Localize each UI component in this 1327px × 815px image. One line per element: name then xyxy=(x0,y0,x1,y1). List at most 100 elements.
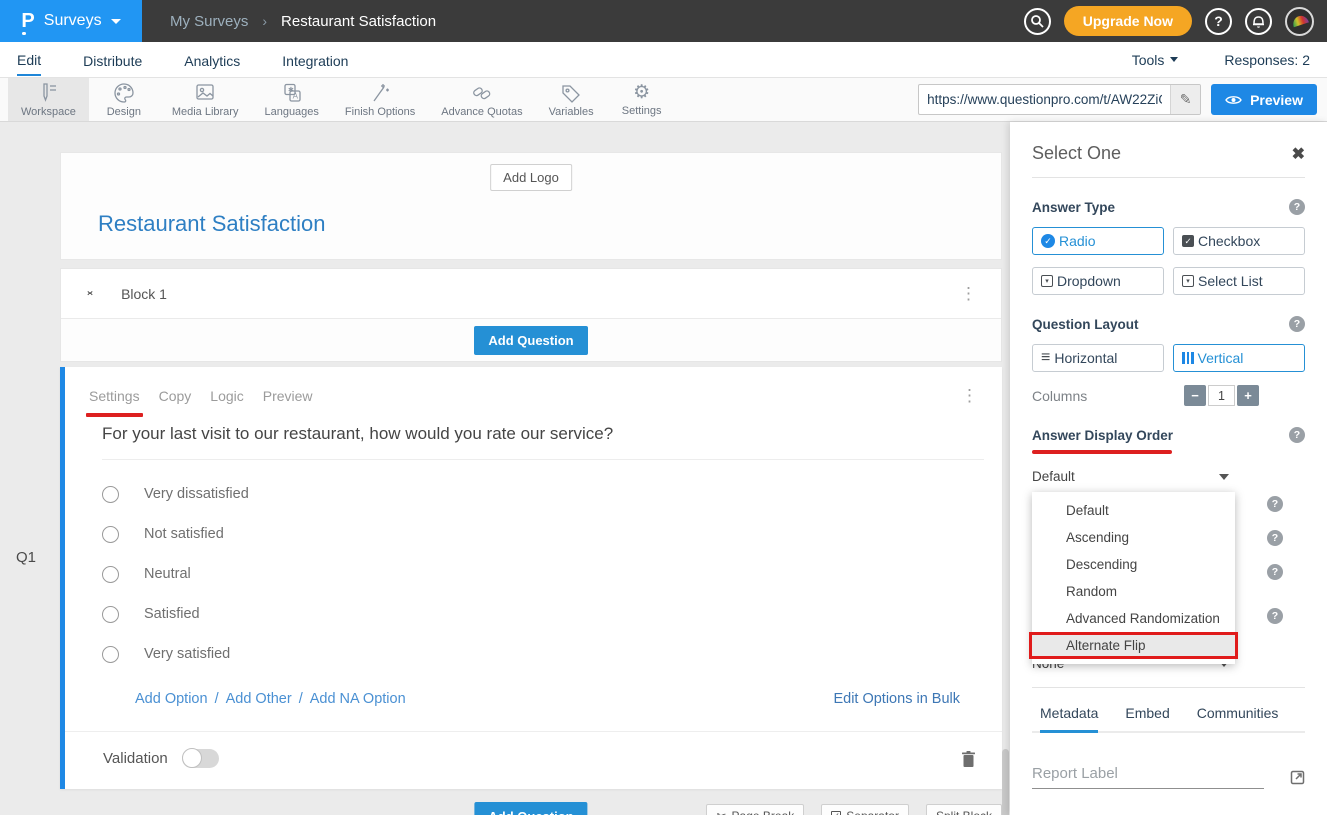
separator-button[interactable]: ✓ Separator xyxy=(821,804,909,815)
tab-distribute[interactable]: Distribute xyxy=(83,45,142,75)
add-logo-button[interactable]: Add Logo xyxy=(490,164,572,191)
page-break-label: Page Break xyxy=(732,809,795,815)
option-label[interactable]: Not satisfied xyxy=(144,526,224,542)
add-question-button-bottom[interactable]: Add Question xyxy=(474,802,587,815)
layout-horizontal[interactable]: ≡ Horizontal xyxy=(1032,344,1164,372)
tab-metadata[interactable]: Metadata xyxy=(1040,705,1098,733)
menu-item-advanced-randomization[interactable]: Advanced Randomization xyxy=(1032,605,1235,632)
toolbar-languages[interactable]: ✱ A Languages xyxy=(251,78,331,121)
page-break-button[interactable]: ✂ Page Break xyxy=(706,804,804,815)
radio-input[interactable] xyxy=(102,526,119,543)
help-icon[interactable]: ? xyxy=(1267,530,1283,546)
editor-toolbar: Workspace Design Media Library ✱ A Langu xyxy=(0,78,1327,122)
toolbar-advance-quotas[interactable]: Advance Quotas xyxy=(428,78,535,121)
question-tab-settings[interactable]: Settings xyxy=(89,388,140,404)
answer-options: Very dissatisfied Not satisfied Neutral … xyxy=(65,460,1002,674)
survey-title[interactable]: Restaurant Satisfaction xyxy=(98,211,325,237)
question-text[interactable]: For your last visit to our restaurant, h… xyxy=(65,404,1002,459)
menu-item-descending[interactable]: Descending xyxy=(1032,551,1235,578)
preview-button[interactable]: Preview xyxy=(1211,84,1317,115)
option-label[interactable]: Neutral xyxy=(144,566,191,582)
menu-item-random[interactable]: Random xyxy=(1032,578,1235,605)
avatar[interactable] xyxy=(1285,7,1314,36)
question-tabs: Settings Copy Logic Preview ⋮ xyxy=(65,367,1002,404)
columns-value-input[interactable] xyxy=(1208,385,1235,406)
edit-url-button[interactable]: ✎ xyxy=(1170,85,1200,114)
help-icon[interactable]: ? xyxy=(1267,564,1283,580)
menu-item-default[interactable]: Default xyxy=(1032,497,1235,524)
toolbar-spacer xyxy=(677,78,918,121)
close-panel-button[interactable]: ✖ xyxy=(1292,144,1305,164)
toolbar-finish-options[interactable]: Finish Options xyxy=(332,78,428,121)
option-label[interactable]: Satisfied xyxy=(144,606,200,622)
help-icon[interactable]: ? xyxy=(1289,199,1305,215)
display-order-value: Default xyxy=(1032,469,1075,484)
help-icon[interactable]: ? xyxy=(1267,608,1283,624)
answer-type-radio[interactable]: ✓ Radio xyxy=(1032,227,1164,255)
tools-menu[interactable]: Tools xyxy=(1132,52,1179,68)
layout-vertical[interactable]: Vertical xyxy=(1173,344,1305,372)
question-tab-logic[interactable]: Logic xyxy=(210,388,243,404)
option-row: Neutral xyxy=(102,554,965,594)
block-menu-icon[interactable]: ⋮ xyxy=(960,285,977,302)
split-block-label: Split Block xyxy=(936,809,992,815)
help-button[interactable]: ? xyxy=(1205,8,1232,35)
toolbar-design[interactable]: Design xyxy=(89,78,159,121)
eye-icon xyxy=(1225,94,1242,106)
tab-embed[interactable]: Embed xyxy=(1125,705,1169,731)
option-label[interactable]: Very satisfied xyxy=(144,646,230,662)
tab-integration[interactable]: Integration xyxy=(282,45,348,75)
tools-label: Tools xyxy=(1132,52,1165,68)
notifications-button[interactable] xyxy=(1245,8,1272,35)
menu-item-ascending[interactable]: Ascending xyxy=(1032,524,1235,551)
report-label-input[interactable] xyxy=(1032,761,1264,789)
help-icon[interactable]: ? xyxy=(1267,496,1283,512)
add-question-button-top[interactable]: Add Question xyxy=(474,326,587,355)
question-tab-copy[interactable]: Copy xyxy=(159,388,192,404)
edit-options-in-bulk-link[interactable]: Edit Options in Bulk xyxy=(833,691,960,707)
tab-communities[interactable]: Communities xyxy=(1197,705,1279,731)
display-order-select[interactable]: Default xyxy=(1032,466,1235,487)
toolbar-workspace[interactable]: Workspace xyxy=(8,78,89,121)
question-menu-icon[interactable]: ⋮ xyxy=(961,387,978,404)
survey-url-input[interactable] xyxy=(919,92,1170,107)
bell-icon xyxy=(1252,14,1265,28)
tab-edit[interactable]: Edit xyxy=(17,44,41,76)
tab-analytics[interactable]: Analytics xyxy=(184,45,240,75)
product-switcher[interactable]: P Surveys xyxy=(0,0,142,42)
question-tab-preview[interactable]: Preview xyxy=(263,388,313,404)
answer-type-select-list[interactable]: ▾ Select List xyxy=(1173,267,1305,295)
block-header: ⌄ ⌃ Block 1 ⋮ xyxy=(61,269,1001,319)
add-option-link[interactable]: Add Option xyxy=(135,691,208,707)
collapse-block-icon[interactable]: ⌄ ⌃ xyxy=(85,287,95,301)
validation-toggle[interactable] xyxy=(182,749,219,768)
search-button[interactable] xyxy=(1024,8,1051,35)
help-icon[interactable]: ? xyxy=(1289,316,1305,332)
upgrade-now-button[interactable]: Upgrade Now xyxy=(1064,6,1192,36)
toolbar-media-library[interactable]: Media Library xyxy=(159,78,252,121)
responses-count[interactable]: Responses: 2 xyxy=(1224,52,1310,68)
radio-input[interactable] xyxy=(102,566,119,583)
toolbar-variables[interactable]: Variables xyxy=(536,78,607,121)
scrollbar-thumb[interactable] xyxy=(1002,749,1009,815)
navbar-right: Tools Responses: 2 xyxy=(1132,52,1310,68)
answer-type-checkbox[interactable]: ✓ Checkbox xyxy=(1173,227,1305,255)
expand-icon[interactable] xyxy=(1290,770,1305,785)
columns-increment-button[interactable]: + xyxy=(1237,385,1259,406)
columns-decrement-button[interactable]: − xyxy=(1184,385,1206,406)
radio-input[interactable] xyxy=(102,646,119,663)
toolbar-settings[interactable]: ⚙ Settings xyxy=(607,78,677,121)
footer-buttons: ✂ Page Break ✓ Separator Split Block xyxy=(689,804,1002,815)
radio-input[interactable] xyxy=(102,606,119,623)
add-other-link[interactable]: Add Other xyxy=(226,691,292,707)
help-icon[interactable]: ? xyxy=(1289,427,1305,443)
option-label[interactable]: Very dissatisfied xyxy=(144,486,249,502)
breadcrumb-my-surveys[interactable]: My Surveys xyxy=(170,13,248,30)
delete-question-button[interactable] xyxy=(961,750,976,768)
split-block-button[interactable]: Split Block xyxy=(926,804,1002,815)
add-na-option-link[interactable]: Add NA Option xyxy=(310,691,406,707)
radio-input[interactable] xyxy=(102,486,119,503)
block-title[interactable]: Block 1 xyxy=(121,286,167,302)
answer-type-dropdown[interactable]: ▾ Dropdown xyxy=(1032,267,1164,295)
menu-item-alternate-flip[interactable]: Alternate Flip xyxy=(1029,632,1238,659)
